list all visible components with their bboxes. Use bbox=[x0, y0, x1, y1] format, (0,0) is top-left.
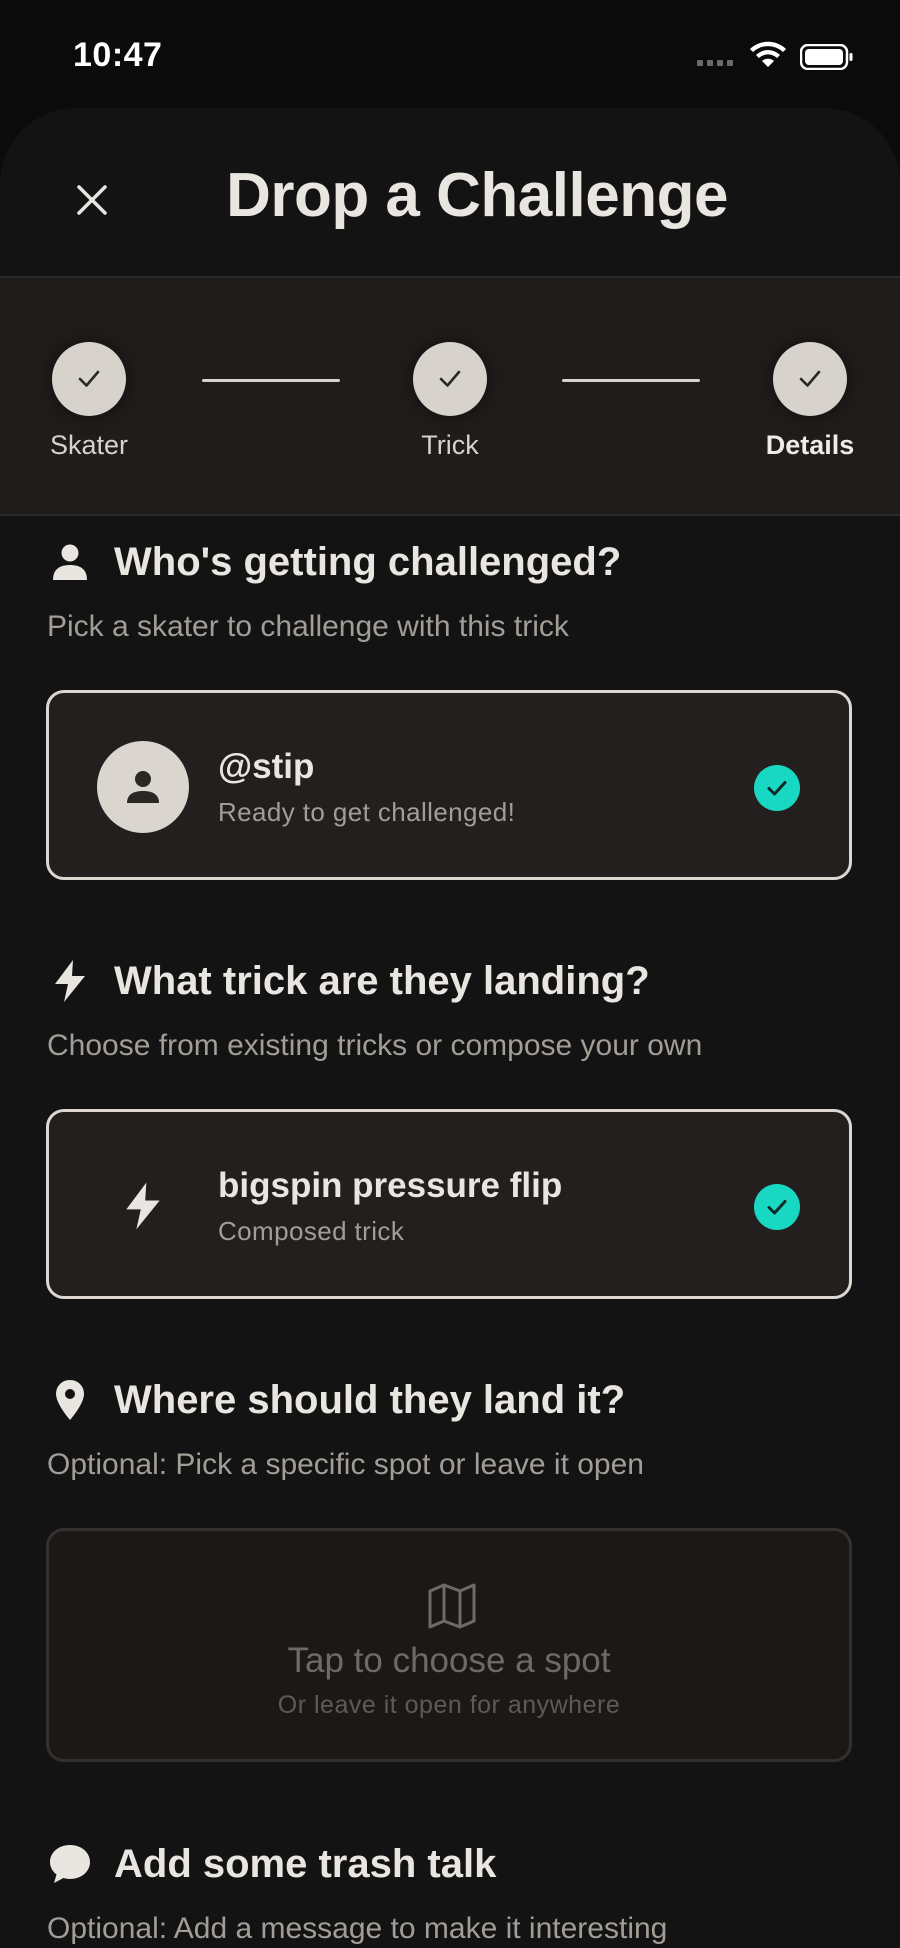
person-icon bbox=[127, 771, 159, 803]
sheet-header: Drop a Challenge bbox=[0, 108, 900, 276]
section-subtitle: Choose from existing tricks or compose y… bbox=[47, 1029, 703, 1062]
spot-section-header: Where should they land it? bbox=[46, 1376, 625, 1424]
section-subtitle: Optional: Add a message to make it inter… bbox=[47, 1912, 668, 1945]
cellular-signal-icon bbox=[697, 60, 737, 68]
trick-name: bigspin pressure flip bbox=[218, 1166, 563, 1205]
skater-username: @stip bbox=[218, 747, 315, 786]
page-title: Drop a Challenge bbox=[226, 161, 728, 230]
status-bar: 10:47 bbox=[0, 0, 900, 110]
selected-check-icon bbox=[754, 765, 800, 811]
spot-placeholder-subtitle: Or leave it open for anywhere bbox=[277, 1691, 621, 1719]
step-check-circle bbox=[413, 342, 487, 416]
section-title: Where should they land it? bbox=[114, 1377, 626, 1422]
section-subtitle: Optional: Pick a specific spot or leave … bbox=[47, 1448, 644, 1481]
step-connector bbox=[202, 379, 340, 382]
progress-stepper: Skater Trick Details bbox=[0, 278, 900, 514]
person-icon bbox=[46, 538, 94, 586]
map-pin-icon bbox=[46, 1376, 94, 1424]
bolt-icon bbox=[46, 957, 94, 1005]
status-time: 10:47 bbox=[73, 36, 163, 74]
section-title: What trick are they landing? bbox=[114, 958, 650, 1003]
bolt-icon bbox=[97, 1160, 189, 1252]
battery-icon bbox=[800, 44, 853, 70]
step-label: Details bbox=[765, 430, 855, 460]
step-connector bbox=[562, 379, 700, 382]
message-section-header: Add some trash talk bbox=[46, 1840, 496, 1888]
wifi-icon bbox=[750, 41, 786, 67]
selected-trick-card[interactable]: bigspin pressure flip Composed trick bbox=[46, 1109, 852, 1299]
stepper-divider bbox=[0, 514, 900, 516]
map-icon bbox=[428, 1583, 476, 1629]
spot-placeholder-title: Tap to choose a spot bbox=[287, 1641, 611, 1680]
section-title: Who's getting challenged? bbox=[114, 539, 622, 584]
selected-skater-card[interactable]: @stip Ready to get challenged! bbox=[46, 690, 852, 880]
avatar bbox=[97, 741, 189, 833]
section-title: Add some trash talk bbox=[114, 1841, 497, 1886]
check-icon bbox=[799, 370, 821, 387]
check-icon bbox=[439, 370, 461, 387]
step-check-circle bbox=[773, 342, 847, 416]
skater-status: Ready to get challenged! bbox=[218, 797, 516, 827]
trick-type: Composed trick bbox=[218, 1216, 405, 1246]
check-icon bbox=[78, 370, 100, 387]
choose-spot-button[interactable]: Tap to choose a spot Or leave it open fo… bbox=[46, 1528, 852, 1762]
step-label: Skater bbox=[49, 430, 129, 460]
step-check-circle bbox=[52, 342, 126, 416]
section-subtitle: Pick a skater to challenge with this tri… bbox=[47, 610, 569, 643]
step-label: Trick bbox=[421, 430, 479, 460]
trick-section-header: What trick are they landing? bbox=[46, 957, 650, 1005]
challenge-sheet: Drop a Challenge Skater Trick Details Wh… bbox=[0, 108, 900, 1948]
skater-section-header: Who's getting challenged? bbox=[46, 538, 621, 586]
chat-bubble-icon bbox=[46, 1840, 94, 1888]
selected-check-icon bbox=[754, 1184, 800, 1230]
